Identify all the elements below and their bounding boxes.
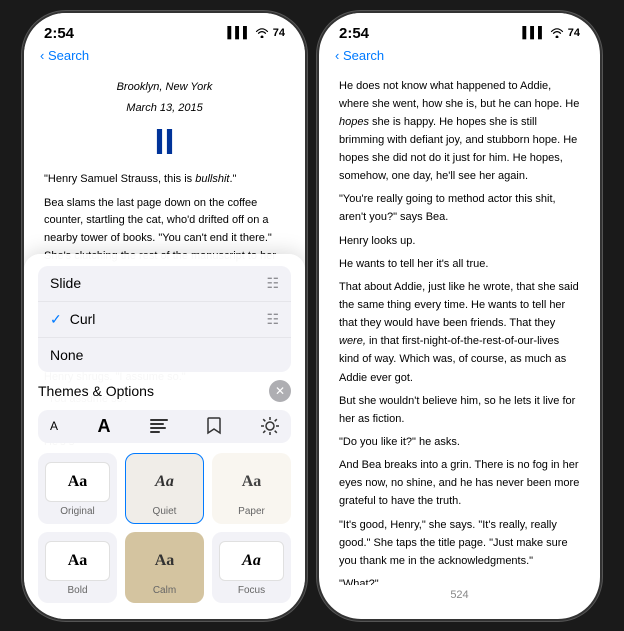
right-para-6: But she wouldn't believe him, so he lets…	[339, 392, 580, 428]
right-para-8: And Bea breaks into a grin. There is no …	[339, 456, 580, 510]
book-para-1: "Henry Samuel Strauss, this is bullshit.…	[44, 171, 285, 189]
phones-container: 2:54 ▌▌▌ 74 ‹ Search	[22, 11, 602, 621]
themes-header: Themes & Options ✕	[38, 380, 291, 402]
status-icons-right: ▌▌▌ 74	[522, 26, 580, 41]
theme-original-label: Original	[60, 506, 94, 517]
none-label: None	[50, 347, 83, 363]
right-phone: 2:54 ▌▌▌ 74 ‹ Search H	[317, 11, 602, 621]
right-para-2: "You're really going to method actor thi…	[339, 190, 580, 226]
theme-bold-label: Bold	[67, 585, 87, 596]
slide-option-slide[interactable]: Slide ☷	[38, 266, 291, 302]
signal-icon-right: ▌▌▌	[522, 27, 545, 39]
status-icons-left: ▌▌▌ 74	[227, 26, 285, 41]
battery-icon: 74	[273, 27, 285, 39]
toolbar-row: A A	[38, 410, 291, 443]
theme-quiet-label: Quiet	[153, 506, 177, 517]
signal-icon: ▌▌▌	[227, 27, 250, 39]
right-para-1: He does not know what happened to Addie,…	[339, 77, 580, 186]
theme-quiet-preview: Aa	[132, 462, 197, 502]
right-para-7: "Do you like it?" he asks.	[339, 433, 580, 451]
themes-grid: Aa Original Aa Quiet Aa Paper Aa Bold Aa	[38, 453, 291, 603]
nav-bar-right[interactable]: ‹ Search	[319, 46, 600, 69]
theme-original[interactable]: Aa Original	[38, 453, 117, 524]
theme-paper[interactable]: Aa Paper	[212, 453, 291, 524]
theme-paper-preview: Aa	[219, 462, 284, 502]
status-bar-left: 2:54 ▌▌▌ 74	[24, 13, 305, 46]
theme-quiet[interactable]: Aa Quiet	[125, 453, 204, 524]
theme-bold-preview: Aa	[45, 541, 110, 581]
close-button[interactable]: ✕	[269, 380, 291, 402]
left-phone: 2:54 ▌▌▌ 74 ‹ Search	[22, 11, 307, 621]
right-para-5: That about Addie, just like he wrote, th…	[339, 278, 580, 387]
chapter-number: II	[44, 122, 285, 162]
font-family-button[interactable]	[150, 419, 168, 433]
curl-label: Curl	[70, 311, 267, 327]
battery-icon-right: 74	[568, 27, 580, 39]
right-para-3: Henry looks up.	[339, 232, 580, 250]
slide-option-curl[interactable]: ✓ Curl ☷	[38, 302, 291, 338]
right-para-10: "What?"	[339, 575, 580, 584]
font-large-button[interactable]: A	[98, 416, 111, 437]
slide-options: Slide ☷ ✓ Curl ☷ None	[38, 266, 291, 372]
time-left: 2:54	[44, 25, 74, 42]
wifi-icon-right	[550, 26, 564, 41]
chapter-date: March 13, 2015	[44, 100, 285, 118]
theme-focus[interactable]: Aa Focus	[212, 532, 291, 603]
back-button-right[interactable]: ‹ Search	[335, 48, 384, 63]
chapter-location: Brooklyn, New York	[44, 79, 285, 97]
overlay-panel: Slide ☷ ✓ Curl ☷ None Themes & Options ✕	[24, 254, 305, 619]
curl-icon: ☷	[266, 311, 279, 328]
theme-calm-label: Calm	[153, 585, 176, 596]
nav-bar-left[interactable]: ‹ Search	[24, 46, 305, 69]
book-content-right: He does not know what happened to Addie,…	[319, 69, 600, 585]
theme-focus-preview: Aa	[219, 541, 284, 581]
bookmark-button[interactable]	[207, 417, 221, 435]
theme-original-preview: Aa	[45, 462, 110, 502]
slide-option-none[interactable]: None	[38, 338, 291, 372]
chapter-header: Brooklyn, New York March 13, 2015 II	[44, 79, 285, 162]
theme-paper-label: Paper	[238, 506, 265, 517]
status-bar-right: 2:54 ▌▌▌ 74	[319, 13, 600, 46]
themes-title: Themes & Options	[38, 383, 154, 399]
page-number: 524	[319, 585, 600, 605]
right-para-9: "It's good, Henry," she says. "It's real…	[339, 516, 580, 570]
theme-calm-preview: Aa	[132, 541, 197, 581]
brightness-button[interactable]	[261, 417, 279, 435]
theme-calm[interactable]: Aa Calm	[125, 532, 204, 603]
time-right: 2:54	[339, 25, 369, 42]
font-small-button[interactable]: A	[50, 419, 58, 433]
wifi-icon	[255, 26, 269, 41]
slide-label: Slide	[50, 275, 81, 291]
theme-focus-label: Focus	[238, 585, 265, 596]
curl-check: ✓	[50, 311, 62, 328]
theme-bold[interactable]: Aa Bold	[38, 532, 117, 603]
back-button-left[interactable]: ‹ Search	[40, 48, 89, 63]
right-para-4: He wants to tell her it's all true.	[339, 255, 580, 273]
slide-icon: ☷	[266, 275, 279, 292]
